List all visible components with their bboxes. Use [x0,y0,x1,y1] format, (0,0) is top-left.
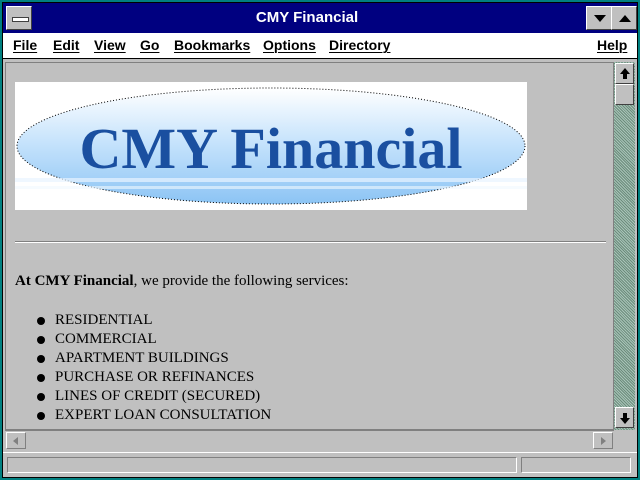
service-label: RESIDENTIAL [55,312,153,328]
scroll-down-button[interactable] [615,407,634,428]
scrollbar-corner [614,430,635,450]
bullet-icon [37,393,45,401]
arrow-right-icon [601,437,606,445]
menu-directory[interactable]: Directory [329,37,390,53]
system-menu-icon [12,17,29,22]
page-content[interactable]: CMY Financial At CMY Financial, we provi… [5,62,614,430]
scroll-right-button[interactable] [593,432,613,449]
bullet-icon [37,412,45,420]
scroll-up-button[interactable] [615,63,634,84]
list-item: LINES OF CREDIT (SECURED) [6,387,271,406]
service-label: COMMERCIAL [55,331,157,347]
intro-text: , we provide the following services: [133,273,349,289]
menu-edit[interactable]: Edit [53,37,79,53]
cmy-financial-logo: CMY Financial [15,82,527,210]
menu-file[interactable]: File [13,37,37,53]
status-text [7,457,517,473]
service-label: PURCHASE OR REFINANCES [55,369,255,385]
arrow-up-icon [620,68,630,79]
intro-paragraph: At CMY Financial, we provide the followi… [15,273,349,290]
horizontal-rule [15,241,606,243]
bullet-icon [37,355,45,363]
list-item: APARTMENT BUILDINGS [6,349,271,368]
menu-view[interactable]: View [94,37,126,53]
service-label: APARTMENT BUILDINGS [55,350,229,366]
logo-text: CMY Financial [80,116,463,181]
maximize-button[interactable] [611,6,637,30]
menu-bar: File Edit View Go Bookmarks Options Dire… [3,33,637,59]
services-list: RESIDENTIAL COMMERCIAL APARTMENT BUILDIN… [6,311,271,425]
status-bar [3,452,637,476]
scroll-left-button[interactable] [6,432,26,449]
desktop-background: CMY Financial File Edit View Go Bookmark… [0,0,640,480]
list-item: EXPERT LOAN CONSULTATION [6,406,271,425]
intro-bold: At CMY Financial [15,273,134,289]
vertical-scrollbar[interactable] [614,62,635,430]
arrow-down-icon [620,413,630,424]
list-item: PURCHASE OR REFINANCES [6,368,271,387]
window-title: CMY Financial [255,9,359,26]
minimize-button[interactable] [586,6,612,30]
menu-bookmarks[interactable]: Bookmarks [174,37,250,53]
menu-go[interactable]: Go [140,37,159,53]
logo-graphic: CMY Financial [15,87,527,205]
bullet-icon [37,374,45,382]
list-item: RESIDENTIAL [6,311,271,330]
bullet-icon [37,336,45,344]
title-bar[interactable]: CMY Financial [3,3,637,33]
arrow-left-icon [13,437,18,445]
menu-help[interactable]: Help [597,37,627,53]
maximize-icon [619,15,631,22]
progress-indicator [521,457,631,473]
scroll-thumb[interactable] [615,84,634,105]
service-label: LINES OF CREDIT (SECURED) [55,388,261,404]
horizontal-scrollbar[interactable] [5,430,614,450]
service-label: EXPERT LOAN CONSULTATION [55,407,272,423]
minimize-icon [594,15,606,22]
bullet-icon [37,317,45,325]
menu-options[interactable]: Options [263,37,316,53]
list-item: COMMERCIAL [6,330,271,349]
system-menu-button[interactable] [6,6,32,30]
